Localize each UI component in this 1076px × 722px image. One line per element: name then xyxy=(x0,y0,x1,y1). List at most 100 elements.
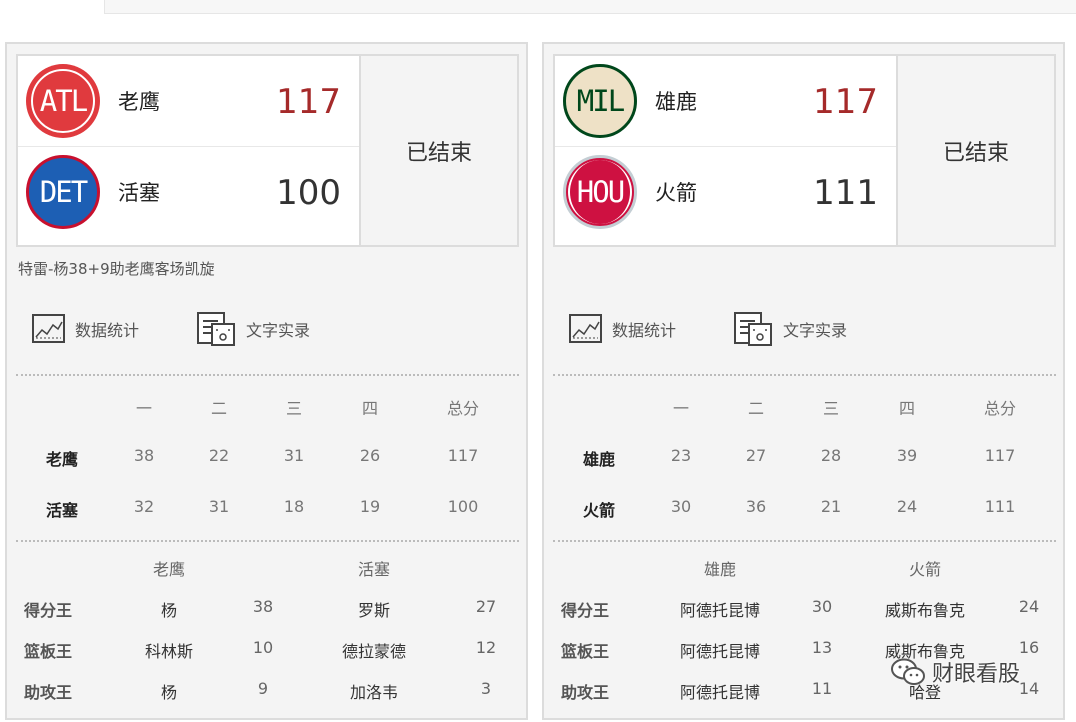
wechat-icon xyxy=(891,658,925,685)
quarter-score: 26 xyxy=(359,446,381,465)
leader-value: 14 xyxy=(1018,679,1040,698)
quarter-header: 一 xyxy=(672,399,690,418)
team-score: 117 xyxy=(813,82,878,122)
team-logo-det-icon: DET xyxy=(26,155,100,229)
leader-player[interactable]: 阿德托昆博 xyxy=(680,679,760,703)
quarter-row-team: 雄鹿 xyxy=(582,450,616,469)
quarter-row-team: 老鹰 xyxy=(45,450,79,469)
team-row-away[interactable]: DET 活塞 100 xyxy=(18,147,359,238)
leader-player[interactable]: 科林斯 xyxy=(145,638,193,662)
divider xyxy=(16,374,519,376)
scoreboard[interactable]: MIL 雄鹿 117 HOU 火箭 111 已结束 xyxy=(553,54,1056,247)
quarter-score: 38 xyxy=(133,446,155,465)
quarter-header: 总分 xyxy=(446,399,480,418)
quarter-total: 117 xyxy=(447,446,479,465)
team-name[interactable]: 火箭 xyxy=(655,177,697,207)
stats-link-label[interactable]: 数据统计 xyxy=(612,317,676,341)
live-text-link[interactable]: 文字实录 xyxy=(196,309,310,349)
live-text-link[interactable]: 文字实录 xyxy=(733,309,847,349)
leader-player[interactable]: 阿德托昆博 xyxy=(680,638,760,662)
leader-value: 27 xyxy=(475,597,497,616)
top-bar xyxy=(104,0,1076,14)
team-logo-mil-icon: MIL xyxy=(563,64,637,138)
game-card-1[interactable]: ATL 老鹰 117 DET 活塞 100 已结束 特雷-杨38+9助老鹰客场凯… xyxy=(5,42,528,720)
quarter-header: 三 xyxy=(285,399,303,418)
leader-value: 9 xyxy=(257,679,269,698)
chart-icon xyxy=(569,314,602,343)
live-text-link-label[interactable]: 文字实录 xyxy=(783,317,847,341)
leaders-team-header: 活塞 xyxy=(357,560,391,579)
document-icon xyxy=(197,312,235,346)
scoreboard[interactable]: ATL 老鹰 117 DET 活塞 100 已结束 xyxy=(16,54,519,247)
divider xyxy=(553,540,1056,542)
leader-category: 篮板王 xyxy=(24,642,73,661)
leader-category: 助攻王 xyxy=(561,683,610,702)
quarter-total: 117 xyxy=(984,446,1016,465)
leader-value: 24 xyxy=(1018,597,1040,616)
team-row-home[interactable]: MIL 雄鹿 117 xyxy=(555,56,896,147)
quarter-score: 24 xyxy=(896,497,918,516)
leader-value: 13 xyxy=(811,638,833,657)
quarter-total: 111 xyxy=(984,497,1016,516)
stats-link-label[interactable]: 数据统计 xyxy=(75,317,139,341)
leader-player[interactable]: 德拉蒙德 xyxy=(342,638,406,662)
quarter-score: 22 xyxy=(208,446,230,465)
leader-category: 篮板王 xyxy=(561,642,610,661)
team-name[interactable]: 雄鹿 xyxy=(655,86,697,116)
divider xyxy=(553,374,1056,376)
team-logo-hou-icon: HOU xyxy=(563,155,637,229)
leader-value: 16 xyxy=(1018,638,1040,657)
leader-player[interactable]: 阿德托昆博 xyxy=(680,597,760,621)
quarter-header: 总分 xyxy=(983,399,1017,418)
quarter-header: 四 xyxy=(898,399,916,418)
quarter-score: 28 xyxy=(820,446,842,465)
divider xyxy=(16,540,519,542)
leader-value: 30 xyxy=(811,597,833,616)
leader-player[interactable]: 杨 xyxy=(161,597,177,621)
leader-player[interactable]: 罗斯 xyxy=(358,597,390,621)
team-score: 117 xyxy=(276,82,341,122)
quarter-header: 三 xyxy=(822,399,840,418)
game-status: 已结束 xyxy=(359,56,517,245)
stats-link[interactable]: 数据统计 xyxy=(31,309,139,349)
quarter-header: 一 xyxy=(135,399,153,418)
leader-player[interactable]: 加洛韦 xyxy=(350,679,398,703)
leader-player[interactable]: 威斯布鲁克 xyxy=(885,597,965,621)
leader-value: 10 xyxy=(252,638,274,657)
team-row-away[interactable]: HOU 火箭 111 xyxy=(555,147,896,238)
quarter-row-team: 活塞 xyxy=(45,501,79,520)
quarter-score: 31 xyxy=(208,497,230,516)
quarter-score: 39 xyxy=(896,446,918,465)
leader-category: 得分王 xyxy=(24,601,73,620)
quarter-score: 36 xyxy=(745,497,767,516)
quarter-score: 21 xyxy=(820,497,842,516)
quarter-score: 23 xyxy=(670,446,692,465)
game-card-2[interactable]: MIL 雄鹿 117 HOU 火箭 111 已结束 数据统计 文字实录 一 二 … xyxy=(542,42,1065,720)
watermark-text: 财眼看股 xyxy=(932,662,1021,687)
leader-value: 12 xyxy=(475,638,497,657)
game-status: 已结束 xyxy=(896,56,1054,245)
quarter-score: 31 xyxy=(283,446,305,465)
watermark: 财眼看股 xyxy=(890,656,1020,688)
quarter-score: 30 xyxy=(670,497,692,516)
leader-category: 得分王 xyxy=(561,601,610,620)
team-logo-atl-icon: ATL xyxy=(26,64,100,138)
team-row-home[interactable]: ATL 老鹰 117 xyxy=(18,56,359,147)
team-score: 111 xyxy=(813,173,878,213)
game-headline[interactable]: 特雷-杨38+9助老鹰客场凯旋 xyxy=(18,258,215,279)
leader-player[interactable]: 杨 xyxy=(161,679,177,703)
chart-icon xyxy=(32,314,65,343)
leaders-team-header: 雄鹿 xyxy=(703,560,737,579)
team-score: 100 xyxy=(276,173,341,213)
live-text-link-label[interactable]: 文字实录 xyxy=(246,317,310,341)
team-name[interactable]: 老鹰 xyxy=(118,86,160,116)
team-name[interactable]: 活塞 xyxy=(118,177,160,207)
quarter-total: 100 xyxy=(447,497,479,516)
quarter-row-team: 火箭 xyxy=(582,501,616,520)
quarter-header: 二 xyxy=(747,399,765,418)
leader-value: 38 xyxy=(252,597,274,616)
quarter-score: 19 xyxy=(359,497,381,516)
quarter-header: 二 xyxy=(210,399,228,418)
leaders-team-header: 老鹰 xyxy=(152,560,186,579)
stats-link[interactable]: 数据统计 xyxy=(568,309,676,349)
